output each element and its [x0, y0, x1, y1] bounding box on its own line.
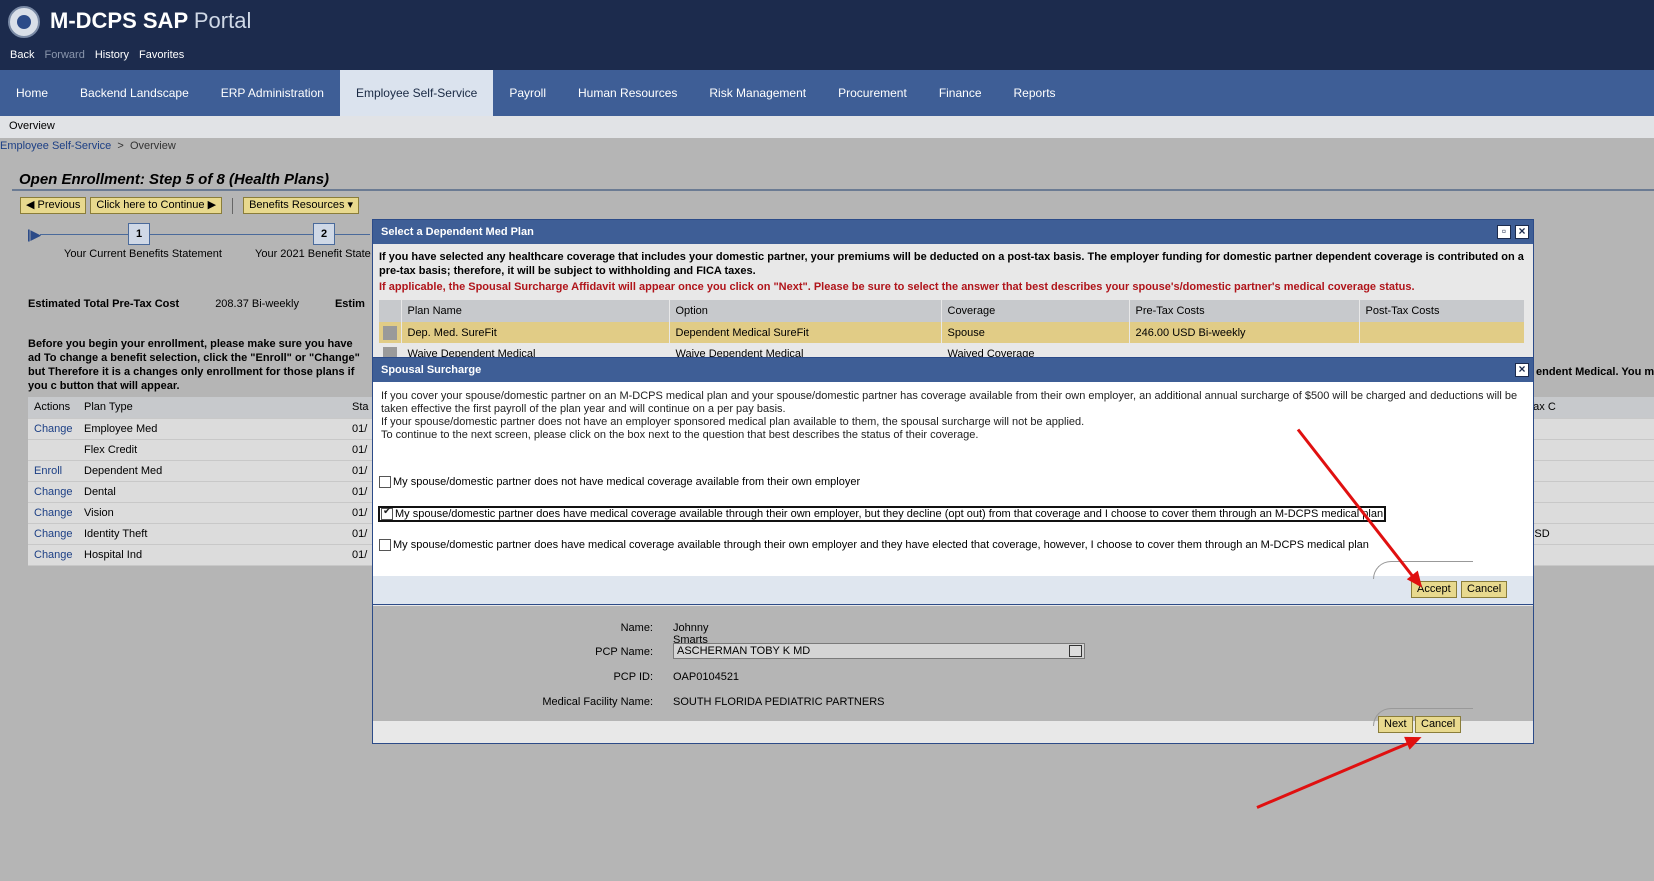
option-elected-coverage[interactable]: My spouse/domestic partner does have med… — [379, 539, 1369, 551]
dialog2-footer: Accept Cancel — [373, 561, 1533, 604]
back-link[interactable]: Back — [10, 49, 34, 61]
roadmap-label-2: Your 2021 Benefit State — [255, 248, 371, 260]
tab-backend-landscape[interactable]: Backend Landscape — [64, 70, 205, 116]
toolbar-divider — [232, 197, 234, 214]
roadmap-start-icon: |▶ — [27, 227, 41, 242]
col-plan-type: Plan Type — [78, 397, 346, 419]
dialog1-cancel-button[interactable]: Cancel — [1415, 716, 1462, 733]
roadmap-step-1[interactable]: 1 — [128, 223, 150, 245]
checkbox-elected-coverage[interactable] — [379, 539, 391, 551]
page-title: Open Enrollment: Step 5 of 8 (Health Pla… — [12, 168, 1654, 191]
col-actions: Actions — [28, 397, 78, 419]
maximize-icon[interactable]: ▫ — [1497, 225, 1511, 239]
close-icon[interactable]: × — [1515, 363, 1529, 377]
option-decline-coverage[interactable]: My spouse/domestic partner does have med… — [378, 506, 1387, 522]
page-toolbar: ◀ Previous Click here to Continue ▶ Bene… — [20, 197, 360, 214]
portal-title: M-DCPS SAP Portal — [50, 8, 252, 33]
subnav-overview[interactable]: Overview — [9, 120, 55, 132]
close-icon[interactable]: × — [1515, 225, 1529, 239]
dialog1-warning: If applicable, the Spousal Surcharge Aff… — [379, 281, 1415, 293]
tab-erp-administration[interactable]: ERP Administration — [205, 70, 340, 116]
roadmap-label-1: Your Current Benefits Statement — [64, 248, 222, 260]
breadcrumb-current: Overview — [129, 140, 176, 152]
favorites-link[interactable]: Favorites — [139, 49, 184, 61]
dialog1-footer: Next Cancel — [373, 708, 1533, 743]
arrow-to-next-icon — [1256, 737, 1419, 809]
tab-risk-management[interactable]: Risk Management — [693, 70, 822, 116]
pcp-name-input[interactable]: ASCHERMAN TOBY K MD — [673, 643, 1085, 659]
value-help-icon[interactable] — [1069, 645, 1082, 657]
option-no-coverage[interactable]: My spouse/domestic partner does not have… — [379, 476, 860, 488]
tab-reports[interactable]: Reports — [998, 70, 1072, 116]
dialog2-cancel-button[interactable]: Cancel — [1461, 581, 1508, 598]
tab-employee-self-service[interactable]: Employee Self-Service — [339, 70, 494, 116]
tab-payroll[interactable]: Payroll — [493, 70, 562, 116]
plan-table: Plan Name Option Coverage Pre-Tax Costs … — [379, 300, 1525, 364]
history-link[interactable]: History — [95, 49, 129, 61]
estimated-cost: Estimated Total Pre-Tax Cost 208.37 Bi-w… — [28, 298, 365, 310]
forward-link[interactable]: Forward — [44, 49, 84, 61]
dialog1-title: Select a Dependent Med Plan ▫ × — [373, 220, 1533, 244]
tab-procurement[interactable]: Procurement — [822, 70, 923, 116]
spousal-surcharge-dialog: Spousal Surcharge × If you cover your sp… — [372, 357, 1534, 605]
continue-button[interactable]: Click here to Continue ▶ — [90, 197, 223, 214]
previous-button[interactable]: ◀ Previous — [20, 197, 87, 214]
tab-home[interactable]: Home — [0, 70, 64, 116]
history-bar: Back Forward History Favorites — [10, 49, 184, 61]
portal-header: M-DCPS SAP Portal Back Forward History F… — [0, 0, 1654, 70]
breadcrumb-link[interactable]: Employee Self-Service — [0, 140, 111, 152]
next-button[interactable]: Next — [1378, 716, 1413, 733]
dialog2-title: Spousal Surcharge × — [373, 358, 1533, 382]
breadcrumb: Employee Self-Service > Overview — [0, 140, 176, 152]
checkbox-no-coverage[interactable] — [379, 476, 391, 488]
intro-text: Before you begin your enrollment, please… — [28, 338, 360, 392]
pcp-form: Name: Johnny Smarts PCP Name: ASCHERMAN … — [373, 606, 1533, 721]
tab-finance[interactable]: Finance — [923, 70, 998, 116]
surcharge-text: If you cover your spouse/domestic partne… — [381, 390, 1518, 441]
tab-human-resources[interactable]: Human Resources — [562, 70, 693, 116]
roadmap-step-2[interactable]: 2 — [313, 223, 335, 245]
partner-note: endent Medical. You ma — [1536, 366, 1654, 378]
sub-navigation: Overview — [0, 116, 1654, 138]
mdcps-logo-icon — [8, 6, 40, 38]
benefits-resources-button[interactable]: Benefits Resources ▾ — [243, 197, 360, 214]
top-navigation: Home Backend Landscape ERP Administratio… — [0, 70, 1654, 116]
checkbox-decline-coverage[interactable] — [381, 506, 393, 520]
plan-row-selected[interactable]: Dep. Med. SureFit Dependent Medical Sure… — [379, 322, 1525, 343]
dialog1-info: If you have selected any healthcare cove… — [379, 251, 1524, 277]
row-selector[interactable] — [382, 325, 397, 340]
